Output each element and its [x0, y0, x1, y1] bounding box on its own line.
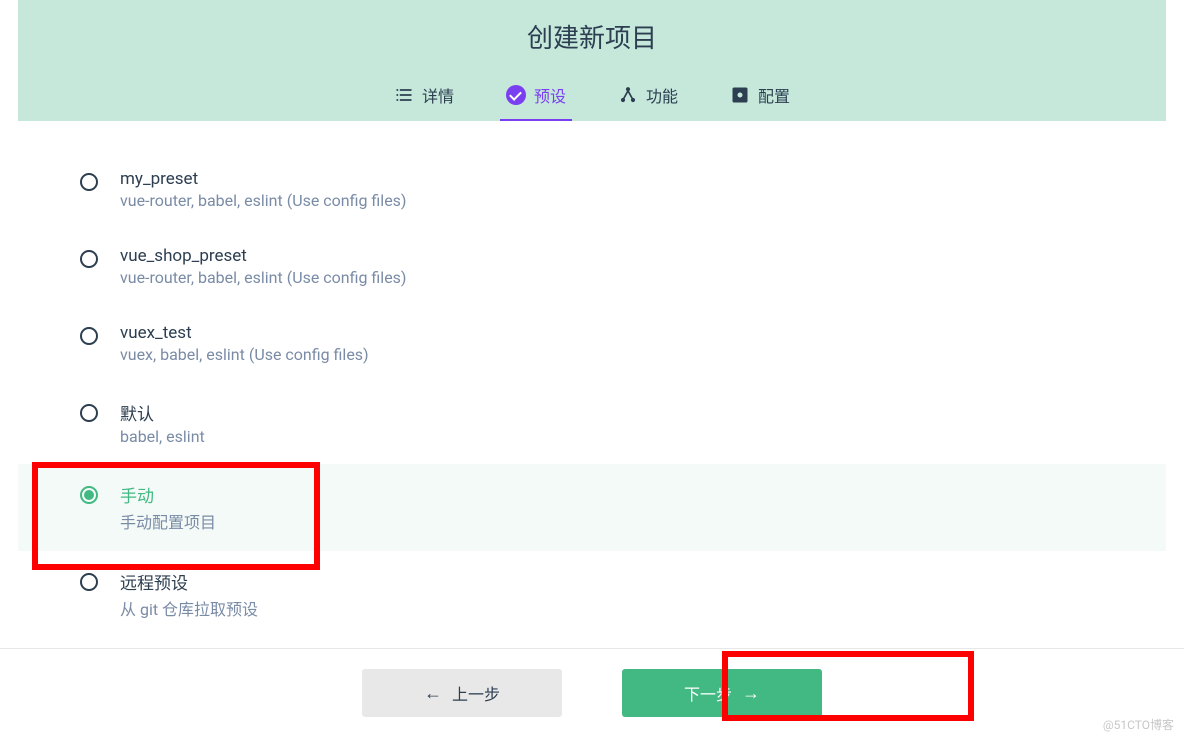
preset-item-my-preset[interactable]: my_preset vue-router, babel, eslint (Use…	[18, 151, 1166, 228]
share-icon	[618, 85, 638, 105]
tab-presets[interactable]: 预设	[500, 73, 572, 121]
tab-label: 功能	[646, 83, 678, 107]
footer: ← 上一步 下一步 →	[0, 648, 1184, 737]
radio-icon	[80, 250, 98, 268]
radio-icon	[80, 173, 98, 191]
button-label: 下一步	[684, 681, 732, 705]
tab-label: 详情	[422, 83, 454, 107]
preset-desc: babel, eslint	[120, 427, 205, 446]
arrow-right-icon: →	[742, 683, 760, 704]
preset-desc: 从 git 仓库拉取预设	[120, 596, 258, 620]
preset-text: vue_shop_preset vue-router, babel, eslin…	[120, 246, 407, 287]
preset-title: vuex_test	[120, 323, 369, 343]
header: 创建新项目 详情 预设 功能 配置	[18, 0, 1166, 121]
preset-text: 默认 babel, eslint	[120, 400, 205, 446]
preset-title: 手动	[120, 482, 216, 507]
button-label: 上一步	[452, 681, 500, 705]
arrow-left-icon: ←	[424, 683, 442, 704]
radio-icon	[80, 573, 98, 591]
page-title: 创建新项目	[18, 18, 1166, 55]
preset-desc: vuex, babel, eslint (Use config files)	[120, 345, 369, 364]
preset-desc: 手动配置项目	[120, 509, 216, 533]
watermark: @51CTO博客	[1103, 716, 1174, 733]
radio-icon	[80, 327, 98, 345]
config-icon	[730, 85, 750, 105]
tab-features[interactable]: 功能	[612, 73, 684, 121]
preset-title: 默认	[120, 400, 205, 425]
content-area: my_preset vue-router, babel, eslint (Use…	[0, 121, 1184, 638]
next-button[interactable]: 下一步 →	[622, 669, 822, 717]
preset-item-remote[interactable]: 远程预设 从 git 仓库拉取预设	[18, 551, 1166, 638]
prev-button[interactable]: ← 上一步	[362, 669, 562, 717]
preset-text: 远程预设 从 git 仓库拉取预设	[120, 569, 258, 620]
preset-desc: vue-router, babel, eslint (Use config fi…	[120, 268, 407, 287]
radio-icon	[80, 486, 98, 504]
tab-label: 配置	[758, 83, 790, 107]
tab-config[interactable]: 配置	[724, 73, 796, 121]
preset-text: my_preset vue-router, babel, eslint (Use…	[120, 169, 407, 210]
tab-label: 预设	[534, 83, 566, 107]
preset-text: vuex_test vuex, babel, eslint (Use confi…	[120, 323, 369, 364]
preset-title: my_preset	[120, 169, 407, 189]
preset-item-default[interactable]: 默认 babel, eslint	[18, 382, 1166, 464]
tabs-container: 详情 预设 功能 配置	[18, 73, 1166, 121]
preset-item-vue-shop[interactable]: vue_shop_preset vue-router, babel, eslin…	[18, 228, 1166, 305]
preset-title: 远程预设	[120, 569, 258, 594]
preset-list: my_preset vue-router, babel, eslint (Use…	[18, 151, 1166, 638]
check-circle-icon	[506, 85, 526, 105]
radio-icon	[80, 404, 98, 422]
preset-text: 手动 手动配置项目	[120, 482, 216, 533]
tab-details[interactable]: 详情	[388, 73, 460, 121]
preset-item-vuex-test[interactable]: vuex_test vuex, babel, eslint (Use confi…	[18, 305, 1166, 382]
preset-desc: vue-router, babel, eslint (Use config fi…	[120, 191, 407, 210]
preset-item-manual[interactable]: 手动 手动配置项目	[18, 464, 1166, 551]
list-icon	[394, 85, 414, 105]
preset-title: vue_shop_preset	[120, 246, 407, 266]
